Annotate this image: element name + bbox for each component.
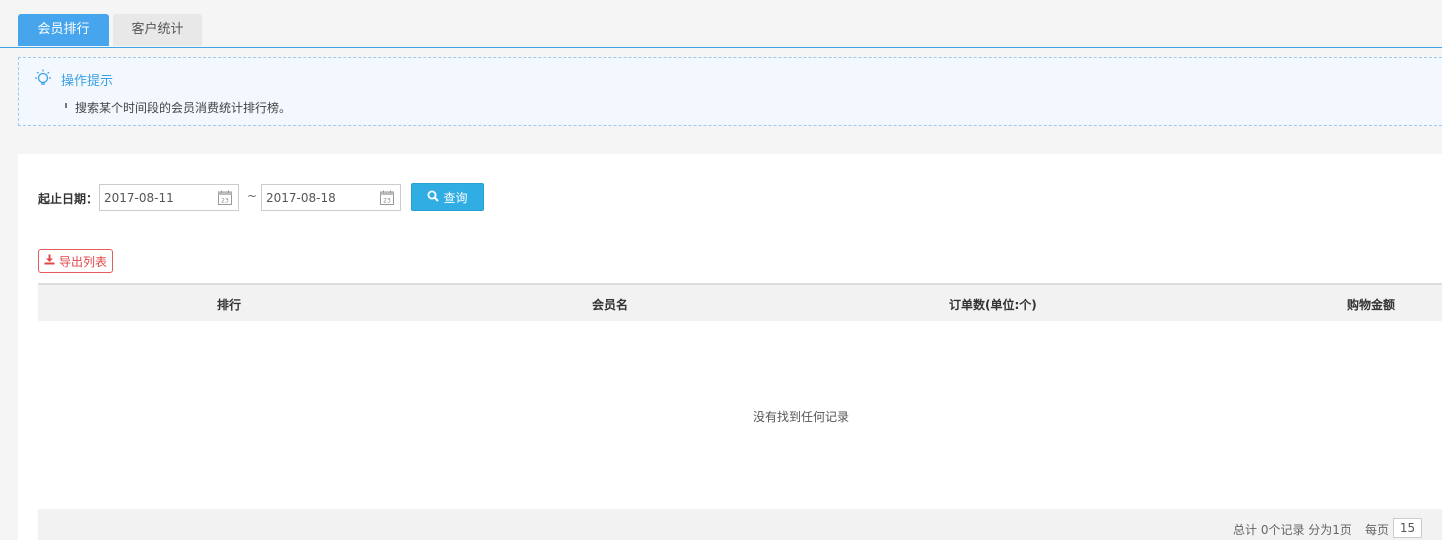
lightbulb-icon	[33, 68, 53, 88]
date-separator: ~	[247, 189, 258, 203]
export-list-button[interactable]: 导出列表	[38, 249, 113, 273]
column-header-purchase-amount[interactable]: 购物金额	[1347, 296, 1395, 313]
date-range-label: 起止日期：	[38, 192, 99, 206]
tab-customer-stats[interactable]: 客户统计	[113, 14, 202, 46]
tip-bullet	[65, 103, 67, 108]
pagination-summary: 总计 0个记录 分为1页	[1233, 523, 1352, 537]
calendar-icon[interactable]: 23	[380, 190, 394, 205]
table-header: 排行 会员名 订单数(单位:个) 购物金额	[38, 283, 1442, 321]
svg-text:23: 23	[383, 198, 391, 205]
tab-bar: 会员排行 客户统计	[0, 0, 1442, 48]
column-header-member-name[interactable]: 会员名	[592, 296, 628, 313]
per-page-label: 每页	[1365, 523, 1390, 537]
query-button-label: 查询	[443, 190, 468, 205]
column-header-order-count[interactable]: 订单数(单位:个)	[949, 296, 1037, 313]
download-icon	[44, 254, 59, 268]
calendar-icon[interactable]: 23	[218, 190, 232, 205]
operation-tip-box: 操作提示 搜索某个时间段的会员消费统计排行榜。	[18, 57, 1442, 126]
pagination-bar: 总计 0个记录 分为1页 每页 15	[38, 509, 1442, 540]
tab-member-ranking[interactable]: 会员排行	[18, 14, 109, 46]
empty-table-message: 没有找到任何记录	[753, 410, 850, 424]
end-date-field[interactable]: 23	[261, 184, 401, 211]
per-page-input[interactable]: 15	[1393, 518, 1422, 538]
main-panel: 起止日期： 23 ~ 23	[18, 154, 1442, 540]
end-date-input[interactable]	[262, 185, 376, 210]
column-header-rank[interactable]: 排行	[217, 296, 241, 313]
start-date-input[interactable]	[100, 185, 214, 210]
svg-text:23: 23	[221, 198, 229, 205]
export-list-label: 导出列表	[58, 254, 107, 269]
query-button[interactable]: 查询	[411, 183, 484, 211]
tip-title: 操作提示	[61, 74, 114, 89]
tip-item: 搜索某个时间段的会员消费统计排行榜。	[75, 101, 292, 115]
start-date-field[interactable]: 23	[99, 184, 239, 211]
search-icon	[427, 190, 443, 205]
